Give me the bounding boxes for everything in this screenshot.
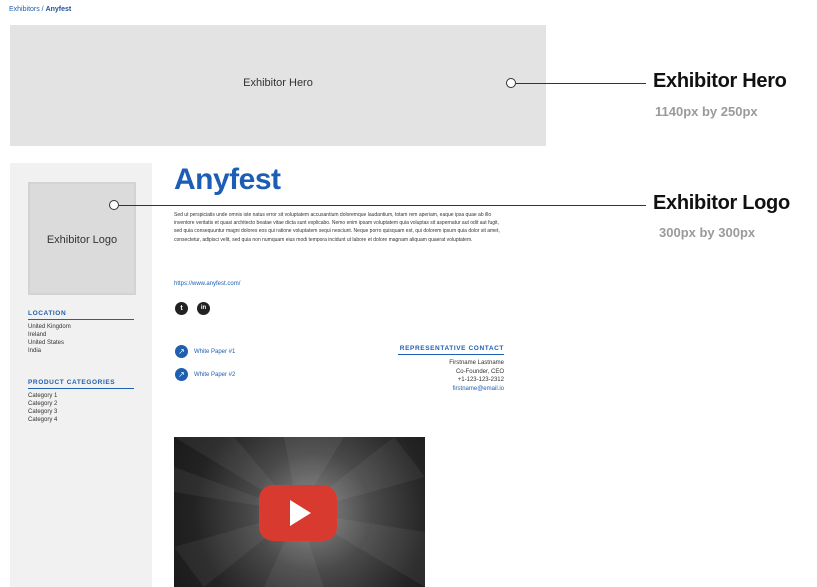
breadcrumb-link-exhibitors[interactable]: Exhibitors [9, 6, 40, 13]
linkedin-icon[interactable]: in [197, 302, 210, 315]
hero-callout-size: 1140px by 250px [655, 104, 758, 119]
logo-callout-line [119, 205, 646, 206]
list-item: Ireland [28, 332, 47, 338]
play-icon[interactable] [259, 485, 337, 541]
list-item: United States [28, 340, 65, 346]
breadcrumb: Exhibitors / Anyfest [9, 6, 71, 13]
location-list: United Kingdom Ireland United States Ind… [28, 323, 134, 355]
arrow-icon: ↗ [175, 345, 188, 358]
categories-heading: PRODUCT CATEGORIES [28, 379, 134, 389]
website-link[interactable]: https://www.anyfest.com/ [174, 281, 240, 287]
rep-name: Firstname Lastname [449, 360, 504, 366]
video-player[interactable] [174, 437, 425, 587]
logo-callout-title: Exhibitor Logo [653, 192, 790, 214]
breadcrumb-current: Anyfest [45, 6, 72, 13]
location-heading: LOCATION [28, 310, 134, 320]
list-item: India [28, 348, 42, 354]
list-item[interactable]: Category 2 [28, 400, 134, 408]
hero-label: Exhibitor Hero [243, 77, 313, 89]
arrow-icon: ↗ [175, 368, 188, 381]
logo-callout-size: 300px by 300px [659, 225, 756, 240]
logo-callout-marker [109, 200, 119, 210]
white-paper-2[interactable]: ↗ White Paper #2 [175, 368, 235, 381]
categories-list: Category 1 Category 2 Category 3 Categor… [28, 392, 134, 424]
list-item[interactable]: Category 4 [28, 416, 134, 424]
list-item[interactable]: Category 3 [28, 408, 134, 416]
twitter-icon[interactable]: t [175, 302, 188, 315]
exhibitor-hero: Exhibitor Hero [10, 25, 546, 146]
hero-callout-title: Exhibitor Hero [653, 70, 787, 92]
play-triangle [290, 500, 311, 526]
rep-email[interactable]: firstname@email.io [398, 385, 504, 394]
white-paper-label: White Paper #1 [194, 348, 236, 355]
page-title: Anyfest [174, 163, 281, 196]
exhibitor-description: Sed ut perspiciatis unde omnis iste natu… [174, 212, 500, 243]
rep-phone[interactable]: +1-123-123-2312 [398, 376, 504, 385]
logo-label: Exhibitor Logo [46, 234, 118, 246]
list-item: United Kingdom [28, 324, 71, 330]
categories-section: PRODUCT CATEGORIES Category 1 Category 2… [28, 379, 134, 424]
representative-heading: REPRESENTATIVE CONTACT [398, 345, 504, 355]
hero-callout-line [516, 83, 646, 84]
hero-callout-marker [506, 78, 516, 88]
list-item[interactable]: Category 1 [28, 392, 134, 400]
white-paper-1[interactable]: ↗ White Paper #1 [175, 345, 235, 358]
rep-title: Co-Founder, CEO [455, 368, 504, 375]
representative-contact: Firstname Lastname Co-Founder, CEO +1-12… [398, 359, 504, 393]
location-section: LOCATION United Kingdom Ireland United S… [28, 310, 134, 355]
exhibitor-logo: Exhibitor Logo [28, 182, 136, 295]
white-paper-label: White Paper #2 [194, 371, 236, 378]
